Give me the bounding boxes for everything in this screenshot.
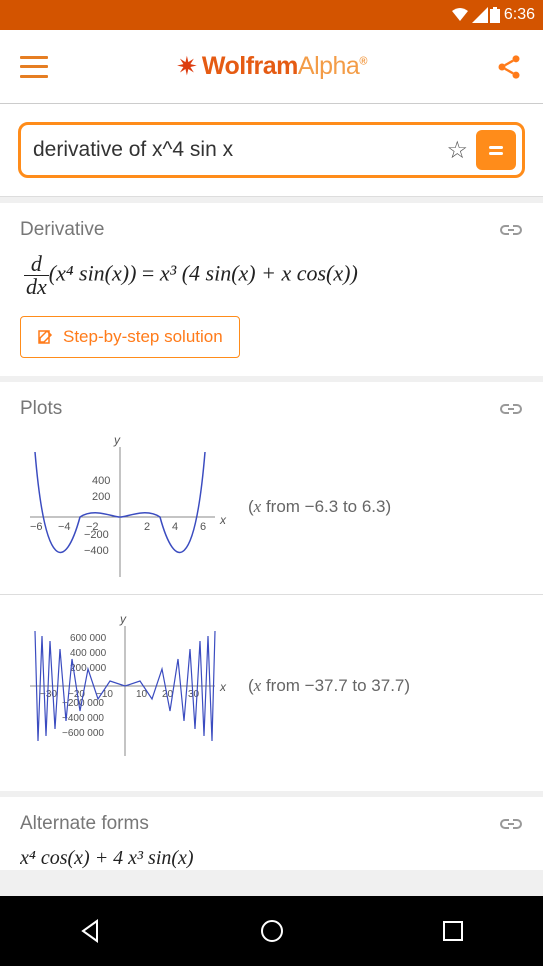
android-status-bar: 6:36 — [0, 0, 543, 30]
step-icon — [37, 329, 53, 345]
compute-button[interactable] — [476, 130, 516, 170]
back-icon — [77, 917, 105, 945]
plot-2-graph: y x 600 000 400 000 200 000 −200 000 −40… — [20, 611, 230, 761]
svg-text:x: x — [219, 513, 227, 527]
plot-1-range: (x from −6.3 to 6.3) — [248, 497, 391, 517]
derivative-result: ddx(x⁴ sin(x)) = x³ (4 sin(x) + x cos(x)… — [24, 253, 523, 298]
alternate-forms-pod: Alternate forms x⁴ cos(x) + 4 x³ sin(x) — [0, 797, 543, 870]
svg-text:−400: −400 — [84, 545, 109, 557]
svg-text:30: 30 — [188, 689, 200, 700]
link-icon[interactable] — [499, 402, 523, 416]
pod-title: Plots — [20, 398, 62, 420]
search-section: ☆ — [0, 104, 543, 197]
svg-text:400: 400 — [92, 475, 110, 487]
svg-text:4: 4 — [172, 521, 178, 533]
android-nav-bar — [0, 896, 543, 966]
plot-2-range: (x from −37.7 to 37.7) — [248, 676, 410, 696]
pod-title: Alternate forms — [20, 813, 149, 835]
wolfram-alpha-logo[interactable]: ✷ WolframAlpha® — [176, 51, 367, 82]
cell-signal-icon — [472, 7, 488, 23]
svg-text:−4: −4 — [58, 521, 71, 533]
share-icon[interactable] — [495, 53, 523, 81]
status-time: 6:36 — [504, 6, 535, 24]
divider — [0, 594, 543, 595]
equals-icon — [485, 139, 507, 161]
battery-icon — [490, 7, 500, 23]
plot-2: y x 600 000 400 000 200 000 −200 000 −40… — [20, 611, 523, 761]
svg-text:y: y — [119, 612, 127, 626]
plot-1-graph: y x 400 200 −200 −400 −6 −4 −2 2 4 6 — [20, 432, 230, 582]
home-button[interactable] — [222, 917, 322, 945]
link-icon[interactable] — [499, 223, 523, 237]
svg-text:400 000: 400 000 — [70, 648, 107, 659]
home-icon — [258, 917, 286, 945]
plots-pod: Plots y x 400 200 −200 −400 −6 −4 −2 2 4… — [0, 382, 543, 791]
svg-text:−2: −2 — [86, 521, 99, 533]
svg-text:−600 000: −600 000 — [62, 728, 104, 739]
recents-button[interactable] — [403, 917, 503, 945]
pod-title: Derivative — [20, 219, 104, 241]
svg-text:−400 000: −400 000 — [62, 713, 104, 724]
search-box: ☆ — [18, 122, 525, 178]
derivative-pod: Derivative ddx(x⁴ sin(x)) = x³ (4 sin(x)… — [0, 203, 543, 376]
svg-text:−30: −30 — [40, 689, 57, 700]
status-icons — [450, 7, 500, 23]
query-input[interactable] — [33, 138, 438, 162]
svg-text:200: 200 — [92, 491, 110, 503]
svg-text:x: x — [219, 680, 227, 694]
menu-button[interactable] — [20, 56, 48, 78]
spikey-icon: ✷ — [176, 51, 198, 82]
alternate-form-expression: x⁴ cos(x) + 4 x³ sin(x) — [20, 847, 523, 870]
plot-1: y x 400 200 −200 −400 −6 −4 −2 2 4 6 (x … — [20, 432, 523, 582]
back-button[interactable] — [41, 917, 141, 945]
svg-text:2: 2 — [144, 521, 150, 533]
app-header: ✷ WolframAlpha® — [0, 30, 543, 104]
wifi-icon — [450, 7, 470, 23]
svg-text:−6: −6 — [30, 521, 43, 533]
favorite-star-icon[interactable]: ☆ — [446, 136, 468, 165]
svg-text:y: y — [113, 433, 121, 447]
svg-text:600 000: 600 000 — [70, 633, 107, 644]
link-icon[interactable] — [499, 817, 523, 831]
svg-text:6: 6 — [200, 521, 206, 533]
recents-icon — [439, 917, 467, 945]
step-by-step-button[interactable]: Step-by-step solution — [20, 316, 240, 358]
